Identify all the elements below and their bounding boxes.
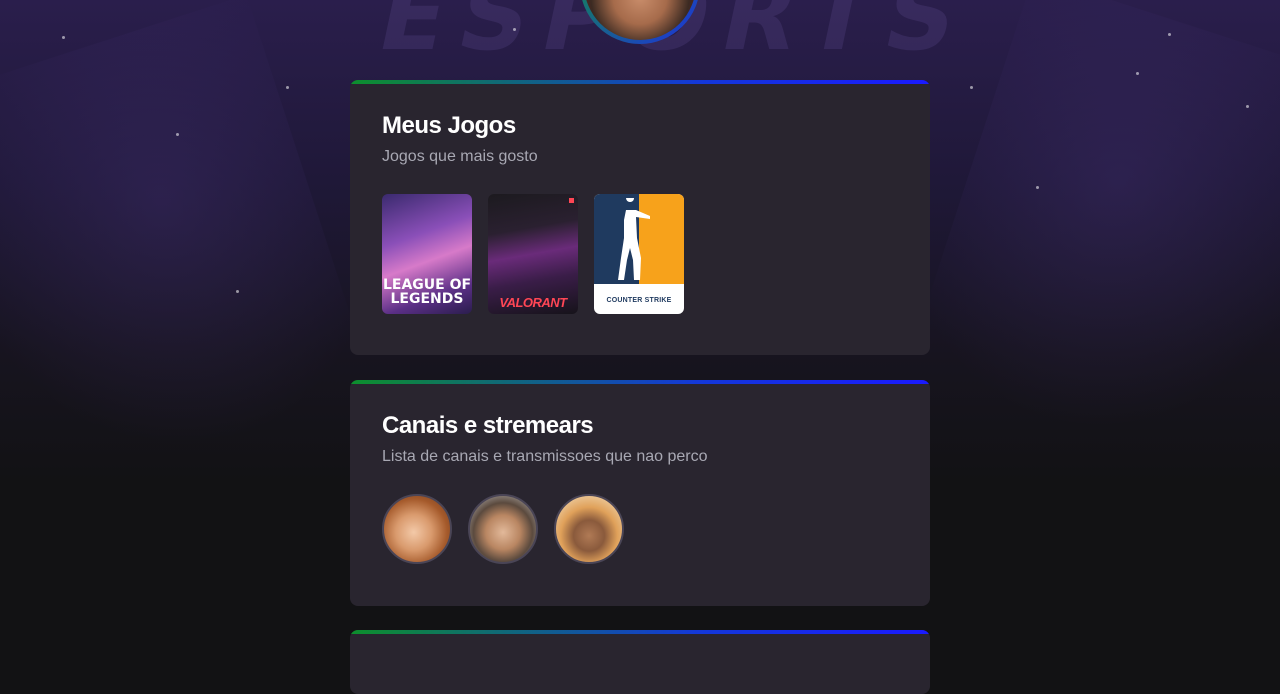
star xyxy=(1168,33,1171,36)
star xyxy=(1136,72,1139,75)
game-league-of-legends[interactable]: LEAGUE OF LEGENDS xyxy=(382,194,472,314)
cs-soldier-icon xyxy=(618,198,650,280)
channel-avatar[interactable] xyxy=(468,494,538,564)
channels-subtitle: Lista de canais e transmissoes que nao p… xyxy=(382,448,708,465)
star xyxy=(1246,105,1249,108)
game-counter-strike[interactable]: COUNTER STRIKE xyxy=(594,194,684,314)
games-subtitle: Jogos que mais gosto xyxy=(382,148,538,165)
games-title: Meus Jogos xyxy=(382,112,516,139)
channels-card: Canais e stremears Lista de canais e tra… xyxy=(350,380,930,606)
channels-title: Canais e stremears xyxy=(382,412,594,439)
channels-list xyxy=(382,494,898,564)
star xyxy=(513,28,516,31)
valorant-mark xyxy=(569,198,574,203)
game-logo-text: VALORANT xyxy=(499,295,567,310)
next-card xyxy=(350,630,930,694)
background-wing-left xyxy=(0,0,377,506)
game-logo-text: COUNTER STRIKE xyxy=(606,297,672,304)
star xyxy=(176,133,179,136)
background-wing-right xyxy=(903,0,1280,486)
games-list: LEAGUE OF LEGENDS VALORANT COUNTER STRIK… xyxy=(382,194,898,314)
games-card: Meus Jogos Jogos que mais gosto LEAGUE O… xyxy=(350,80,930,355)
star xyxy=(286,86,289,89)
star xyxy=(970,86,973,89)
game-valorant[interactable]: VALORANT xyxy=(488,194,578,314)
channel-avatar[interactable] xyxy=(554,494,624,564)
star xyxy=(1036,186,1039,189)
star xyxy=(62,36,65,39)
star xyxy=(236,290,239,293)
channel-avatar[interactable] xyxy=(382,494,452,564)
game-logo-text: LEAGUE OF LEGENDS xyxy=(382,277,472,307)
